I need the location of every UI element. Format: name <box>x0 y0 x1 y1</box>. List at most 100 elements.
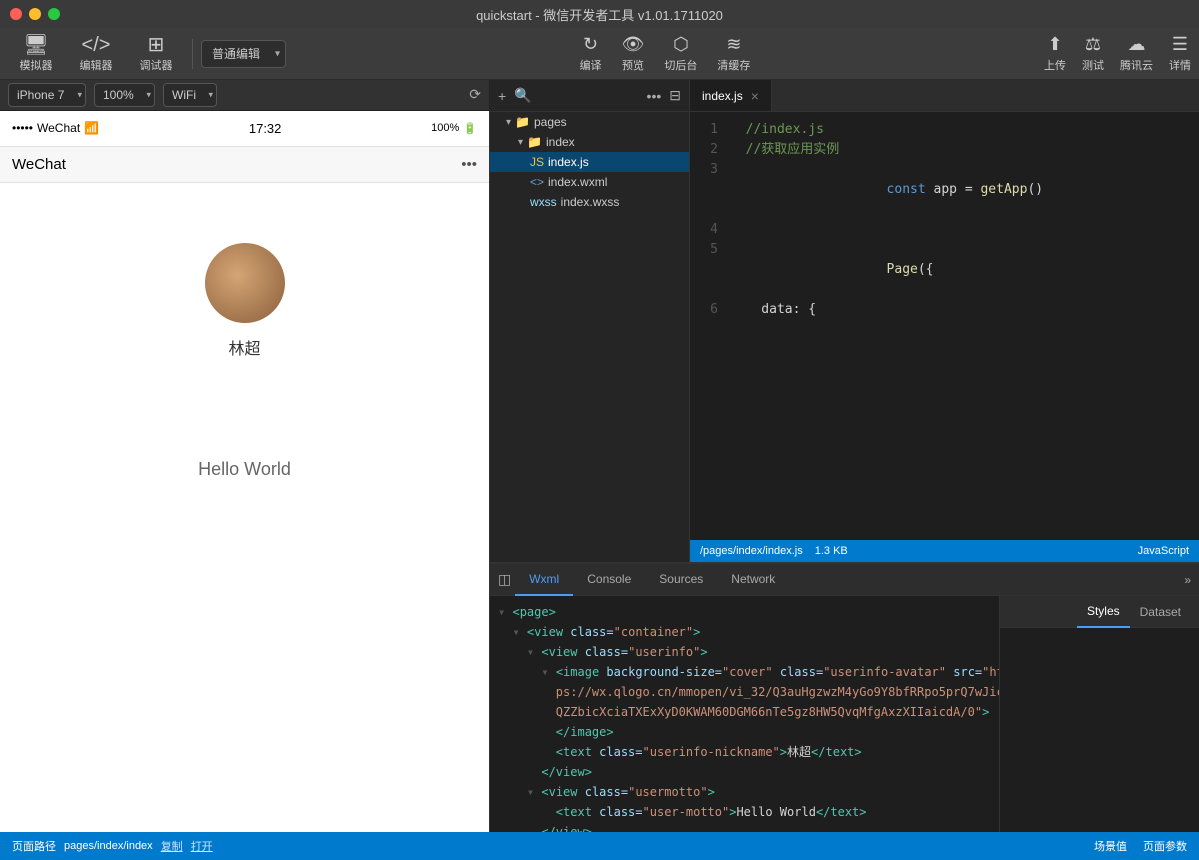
titlebar: quickstart - 微信开发者工具 v1.01.1711020 <box>0 0 1199 28</box>
add-file-icon[interactable]: + <box>498 88 506 104</box>
tab-indexjs[interactable]: index.js × <box>690 80 772 112</box>
editor-button[interactable]: </> 编辑器 <box>68 32 124 76</box>
tree-folder-pages[interactable]: ▾ 📁 pages <box>490 112 689 132</box>
tree-file-indexwxss[interactable]: wxss index.wxss <box>490 192 689 212</box>
wxss-icon: wxss <box>530 195 557 209</box>
tab-styles[interactable]: Styles <box>1077 596 1130 628</box>
js-icon: JS <box>530 155 544 169</box>
xml-icon: <> <box>530 175 544 189</box>
phone-carrier: WeChat <box>37 121 80 135</box>
tencent-cloud-button[interactable]: ☁ 腾讯云 <box>1120 34 1153 73</box>
toolbar-center: ↻ 编译 👁 预览 ⬡ 切后台 ≋ 清缓存 <box>290 34 1040 73</box>
details-button[interactable]: ☰ 详情 <box>1169 34 1191 73</box>
tab-dataset[interactable]: Dataset <box>1130 596 1191 628</box>
device-select-wrap: iPhone 7 ▾ <box>8 83 86 107</box>
phone-battery-icon: 🔋 <box>463 122 477 135</box>
upload-icon: ⬆ <box>1047 34 1062 55</box>
cut-label: 切后台 <box>664 57 697 73</box>
mode-select[interactable]: 普通编辑 <box>201 40 286 68</box>
phone-screen: ••••• WeChat 📶 17:32 100% 🔋 WeChat ••• <box>0 111 489 832</box>
compile-label: 编译 <box>580 57 602 73</box>
clear-cache-button[interactable]: ≋ 清缓存 <box>717 34 750 73</box>
mode-select-wrap: 普通编辑 ▾ <box>201 40 286 68</box>
clear-cache-label: 清缓存 <box>717 57 750 73</box>
status-params-label[interactable]: 页面参数 <box>1143 838 1187 854</box>
tab-wxml[interactable]: Wxml <box>515 564 573 596</box>
device-select[interactable]: iPhone 7 <box>8 83 86 107</box>
inspector-panel: Styles Dataset <box>999 596 1199 832</box>
wxml-tree[interactable]: ▾ <page> ▾ <view class="container"> ▾ <v… <box>490 596 999 832</box>
device-bar-icons: ⟳ <box>469 86 481 103</box>
close-button[interactable] <box>10 8 22 20</box>
phone-username: 林超 <box>228 335 260 359</box>
tab-wxml-label: Wxml <box>529 572 559 586</box>
folder-icon: 📁 <box>515 115 530 129</box>
status-copy-button[interactable]: 复制 <box>161 838 183 854</box>
rotate-icon[interactable]: ⟳ <box>469 86 481 103</box>
indexjs-label: index.js <box>548 155 589 169</box>
file-tree-toolbar: + 🔍 ••• ⊟ <box>490 80 689 112</box>
upload-button[interactable]: ⬆ 上传 <box>1044 34 1066 73</box>
tencent-cloud-icon: ☁ <box>1128 34 1146 55</box>
tab-indexjs-label: index.js <box>702 89 743 103</box>
cut-icon: ⬡ <box>673 34 689 55</box>
tab-console[interactable]: Console <box>573 564 645 596</box>
pages-arrow: ▾ <box>506 117 511 128</box>
tree-folder-index[interactable]: ▾ 📁 index <box>490 132 689 152</box>
phone-avatar <box>205 243 285 323</box>
phone-avatar-image <box>205 243 285 323</box>
phone-battery-area: 100% 🔋 <box>431 122 477 135</box>
wxml-line-4c: QZZbicXciaTXExXyD0KWAM60DGM66nTe5gz8HW5Q… <box>490 702 999 722</box>
code-line-2: 2 //获取应用实例 <box>690 140 1199 160</box>
phone-time: 17:32 <box>99 121 431 136</box>
index-label: index <box>546 135 575 149</box>
tab-console-label: Console <box>587 572 631 586</box>
simulator-button[interactable]: 🖥 模拟器 <box>8 32 64 76</box>
devtools-row: ◫ Wxml Console Sources Network <box>490 562 1199 832</box>
tab-dataset-label: Dataset <box>1140 605 1181 619</box>
tab-styles-label: Styles <box>1087 604 1120 618</box>
device-bar: iPhone 7 ▾ 100% ▾ WiFi ▾ ⟳ <box>0 80 490 111</box>
titlebar-title: quickstart - 微信开发者工具 v1.01.1711020 <box>476 5 723 24</box>
tab-close-button[interactable]: × <box>751 88 759 104</box>
code-area[interactable]: 1 //index.js 2 //获取应用实例 3 const app <box>690 112 1199 540</box>
search-file-icon[interactable]: 🔍 <box>514 87 531 104</box>
more-icon[interactable]: ••• <box>647 88 662 104</box>
debugger-button[interactable]: ⊞ 调试器 <box>128 32 184 76</box>
tree-file-indexwxml[interactable]: <> index.wxml <box>490 172 689 192</box>
test-button[interactable]: ⚖ 测试 <box>1082 34 1104 73</box>
preview-label: 预览 <box>622 57 644 73</box>
cut-button[interactable]: ⬡ 切后台 <box>664 34 697 73</box>
maximize-button[interactable] <box>48 8 60 20</box>
tree-file-indexjs[interactable]: JS index.js <box>490 152 689 172</box>
right-column: + 🔍 ••• ⊟ ▾ 📁 pages ▾ <box>490 80 1199 832</box>
compile-button[interactable]: ↻ 编译 <box>580 34 602 73</box>
content-area: iPhone 7 ▾ 100% ▾ WiFi ▾ ⟳ <box>0 80 1199 860</box>
tab-network[interactable]: Network <box>717 564 789 596</box>
phone-nav-more[interactable]: ••• <box>461 156 477 173</box>
collapse-icon[interactable]: ⊟ <box>669 87 681 104</box>
simulator-label: 模拟器 <box>20 57 53 73</box>
status-open-button[interactable]: 打开 <box>191 838 213 854</box>
tab-sources[interactable]: Sources <box>645 564 717 596</box>
devtools-more-button[interactable]: » <box>1184 573 1191 587</box>
network-select-wrap: WiFi ▾ <box>163 83 217 107</box>
details-icon: ☰ <box>1172 34 1188 55</box>
file-tree: + 🔍 ••• ⊟ ▾ 📁 pages ▾ <box>490 80 690 562</box>
editor-row: + 🔍 ••• ⊟ ▾ 📁 pages ▾ <box>490 80 1199 562</box>
editor-icon: </> <box>82 35 111 55</box>
preview-button[interactable]: 👁 预览 <box>622 34 645 73</box>
debugger-label: 调试器 <box>140 57 173 73</box>
status-scene-label[interactable]: 场景值 <box>1094 838 1127 854</box>
simulator-icon: 🖥 <box>23 35 48 55</box>
minimize-button[interactable] <box>29 8 41 20</box>
device-column: iPhone 7 ▾ 100% ▾ WiFi ▾ ⟳ <box>0 80 490 832</box>
zoom-select[interactable]: 100% <box>94 83 155 107</box>
phone-hello-text: Hello World <box>198 459 291 480</box>
phone-dots: ••••• <box>12 121 33 135</box>
wxml-line-7: </view> <box>490 762 999 782</box>
network-select[interactable]: WiFi <box>163 83 217 107</box>
inspector-tabs: Styles Dataset <box>1000 596 1199 628</box>
device-and-main: iPhone 7 ▾ 100% ▾ WiFi ▾ ⟳ <box>0 80 1199 832</box>
wxml-line-2: ▾ <view class="container"> <box>490 622 999 642</box>
